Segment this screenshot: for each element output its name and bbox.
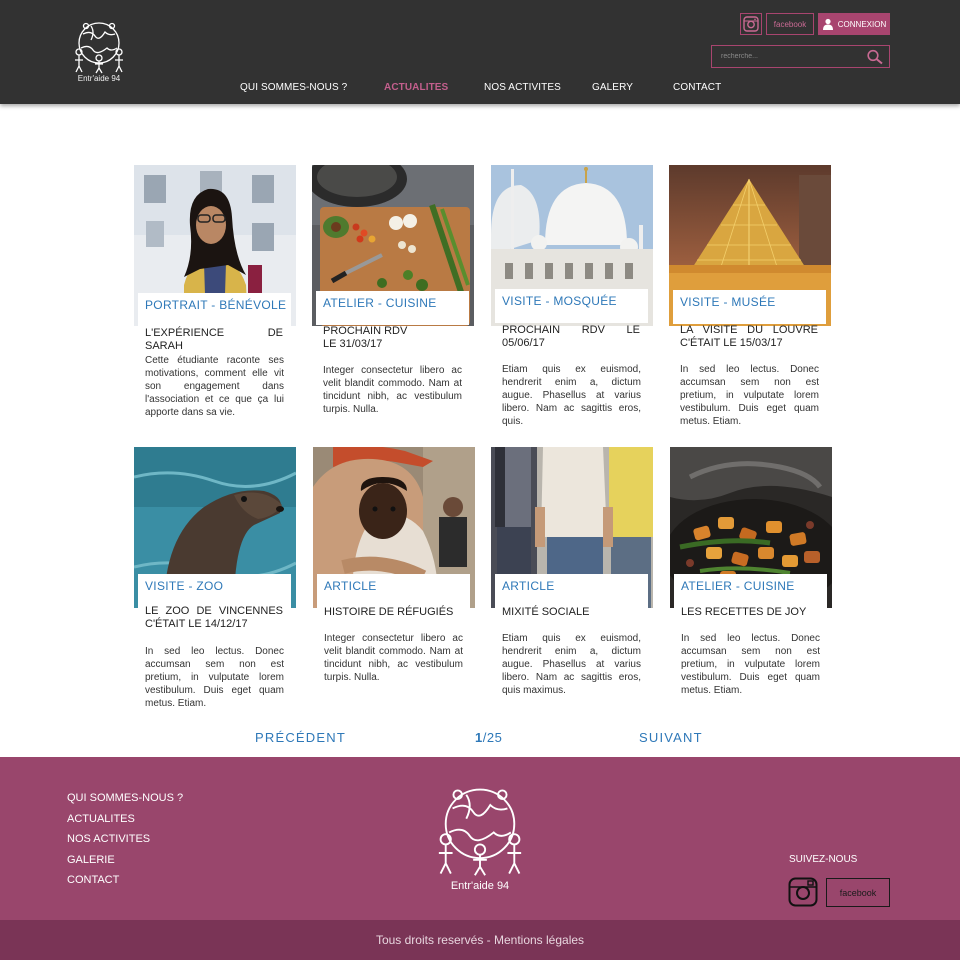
nav-item-activities[interactable]: NOS ACTIVITES	[484, 82, 561, 93]
card-body: In sed leo lectus. Donec accumsan sem no…	[681, 633, 820, 696]
footer-nav: QUI SOMMES-NOUS ? ACTUALITES NOS ACTIVIT…	[67, 788, 183, 891]
total-pages: /25	[482, 730, 503, 745]
instagram-icon	[743, 16, 759, 32]
previous-page-link[interactable]: PRÉCÉDENT	[255, 730, 346, 745]
next-page-link[interactable]: SUIVANT	[639, 730, 703, 745]
card-tag: VISITE - MUSÉE	[673, 290, 826, 324]
current-page: 1	[475, 730, 483, 745]
nav-item-about[interactable]: QUI SOMMES-NOUS ?	[240, 82, 347, 93]
card-title: L'EXPÉRIENCE DE SARAH	[145, 327, 283, 352]
card-title: PROCHAIN RDV LE 31/03/17	[323, 325, 408, 350]
card-body: Etiam quis ex euismod, hendrerit enim a,…	[502, 364, 641, 427]
site-footer: QUI SOMMES-NOUS ? ACTUALITES NOS ACTIVIT…	[0, 757, 960, 920]
site-header: Entr'aide 94 facebook CONNEXION QUI SOMM…	[0, 0, 960, 104]
footer-link-contact[interactable]: CONTACT	[67, 870, 183, 891]
search-input[interactable]	[712, 46, 862, 67]
card-tag: ARTICLE	[317, 574, 470, 608]
instagram-icon	[788, 877, 818, 907]
facebook-button[interactable]: facebook	[766, 13, 814, 35]
footer-logo-text: Entr'aide 94	[450, 880, 510, 892]
page-indicator: 1/25	[475, 730, 502, 745]
card-body: In sed leo lectus. Donec accumsan sem no…	[680, 364, 819, 427]
card-tag: VISITE - MOSQUÉE	[495, 289, 648, 323]
main-nav: QUI SOMMES-NOUS ? ACTUALITES NOS ACTIVIT…	[0, 82, 960, 96]
user-icon	[822, 18, 833, 30]
globe-hands-logo-icon	[438, 788, 522, 876]
footer-link-about[interactable]: QUI SOMMES-NOUS ?	[67, 788, 183, 809]
footer-logo[interactable]: Entr'aide 94	[427, 781, 533, 892]
footer-link-activities[interactable]: NOS ACTIVITES	[67, 829, 183, 850]
footer-instagram-button[interactable]	[788, 877, 818, 907]
card-title: LES RECETTES DE JOY	[681, 606, 807, 618]
card-tag: VISITE - ZOO	[138, 574, 291, 608]
instagram-button[interactable]	[740, 13, 762, 35]
footer-facebook-button[interactable]: facebook	[826, 878, 890, 907]
card-title: PROCHAIN RDV LE 05/06/17	[502, 324, 640, 349]
footer-link-gallery[interactable]: GALERIE	[67, 850, 183, 871]
follow-label: SUIVEZ-NOUS	[789, 854, 858, 865]
card-body: Etiam quis ex euismod, hendrerit enim a,…	[502, 633, 641, 696]
card-title: MIXITÉ SOCIALE	[502, 606, 590, 618]
card-body: Integer consectetur libero ac velit blan…	[323, 365, 462, 415]
site-logo[interactable]: Entr'aide 94	[66, 18, 132, 86]
card-tag: PORTRAIT - BÉNÉVOLE	[138, 293, 291, 327]
legal-bar: Tous droits reservés - Mentions légales	[0, 920, 960, 960]
nav-item-contact[interactable]: CONTACT	[673, 82, 721, 93]
login-button[interactable]: CONNEXION	[818, 13, 890, 35]
card-body: Cette étudiante raconte ses motivations,…	[145, 355, 284, 418]
copyright-text[interactable]: Tous droits reservés - Mentions légales	[376, 933, 584, 947]
card-title: LA VISITE DU LOUVRE C'ÉTAIT LE 15/03/17	[680, 324, 818, 349]
nav-item-gallery[interactable]: GALERY	[592, 82, 633, 93]
login-label: CONNEXION	[837, 19, 887, 29]
card-body: Integer consectetur libero ac velit blan…	[324, 633, 463, 683]
card-title: LE ZOO DE VINCENNES C'ÉTAIT LE 14/12/17	[145, 605, 283, 630]
search-icon[interactable]	[866, 49, 884, 65]
footer-link-news[interactable]: ACTUALITES	[67, 809, 183, 830]
card-tag: ARTICLE	[495, 574, 648, 608]
nav-item-news[interactable]: ACTUALITES	[384, 82, 448, 93]
card-title: HISTOIRE DE RÉFUGIÉS	[324, 606, 454, 618]
search-bar	[711, 45, 890, 68]
card-body: In sed leo lectus. Donec accumsan sem no…	[145, 646, 284, 709]
card-tag: ATELIER - CUISINE	[316, 291, 469, 325]
card-tag: ATELIER - CUISINE	[674, 574, 827, 608]
globe-hands-logo-icon	[75, 22, 123, 74]
